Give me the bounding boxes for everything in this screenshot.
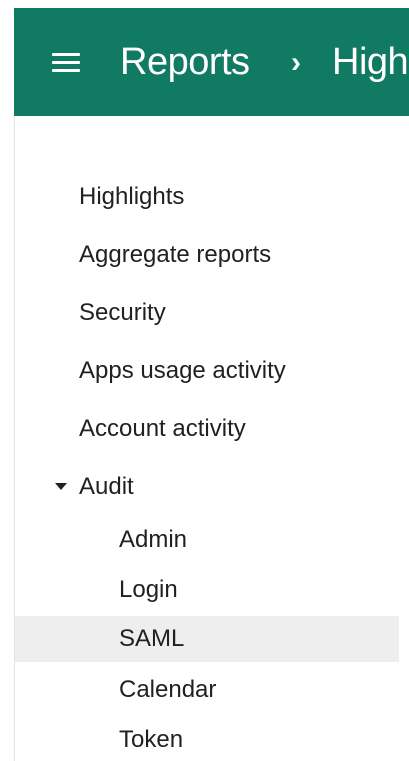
sidebar-item-label: Token <box>119 726 184 753</box>
sidebar-subitem-login[interactable]: Login <box>15 567 399 613</box>
sidebar-item-label: Aggregate reports <box>79 241 272 268</box>
sidebar-item-label: Apps usage activity <box>79 357 286 384</box>
app-header: Reports › Highlights <box>14 8 409 116</box>
sidebar-subitem-token[interactable]: Token <box>15 717 399 761</box>
breadcrumb-current: Highlights <box>332 41 409 83</box>
sidebar-item-label: Login <box>119 576 178 603</box>
sidebar-subitem-admin[interactable]: Admin <box>15 517 399 563</box>
outer-margin <box>0 0 14 761</box>
sidebar-item-label: Security <box>79 299 166 326</box>
hamburger-menu-icon[interactable] <box>52 50 80 72</box>
app-frame: Reports › Highlights Highlights Aggregat… <box>0 0 409 761</box>
sidebar-item-label: Account activity <box>79 415 246 442</box>
breadcrumb-reports[interactable]: Reports <box>120 40 250 84</box>
sidebar-item-highlights[interactable]: Highlights <box>15 174 399 220</box>
breadcrumb-chevron-icon: › <box>291 46 301 79</box>
sidebar-item-label: Admin <box>119 526 188 553</box>
sidebar-item-label: Audit <box>79 473 134 500</box>
sidebar-item-apps-usage-activity[interactable]: Apps usage activity <box>15 348 399 394</box>
sidebar-subitem-saml[interactable]: SAML <box>15 616 399 662</box>
sidebar-item-account-activity[interactable]: Account activity <box>15 406 399 452</box>
sidebar-subitem-calendar[interactable]: Calendar <box>15 667 399 713</box>
sidebar-item-audit[interactable]: Audit <box>15 464 399 510</box>
sidebar-item-label: Highlights <box>79 183 185 210</box>
sidebar-item-label: Calendar <box>119 676 217 703</box>
sidebar-item-security[interactable]: Security <box>15 290 399 336</box>
caret-down-icon[interactable] <box>55 483 67 490</box>
sidebar-item-label: SAML <box>119 625 185 652</box>
sidebar-item-aggregate-reports[interactable]: Aggregate reports <box>15 232 399 278</box>
